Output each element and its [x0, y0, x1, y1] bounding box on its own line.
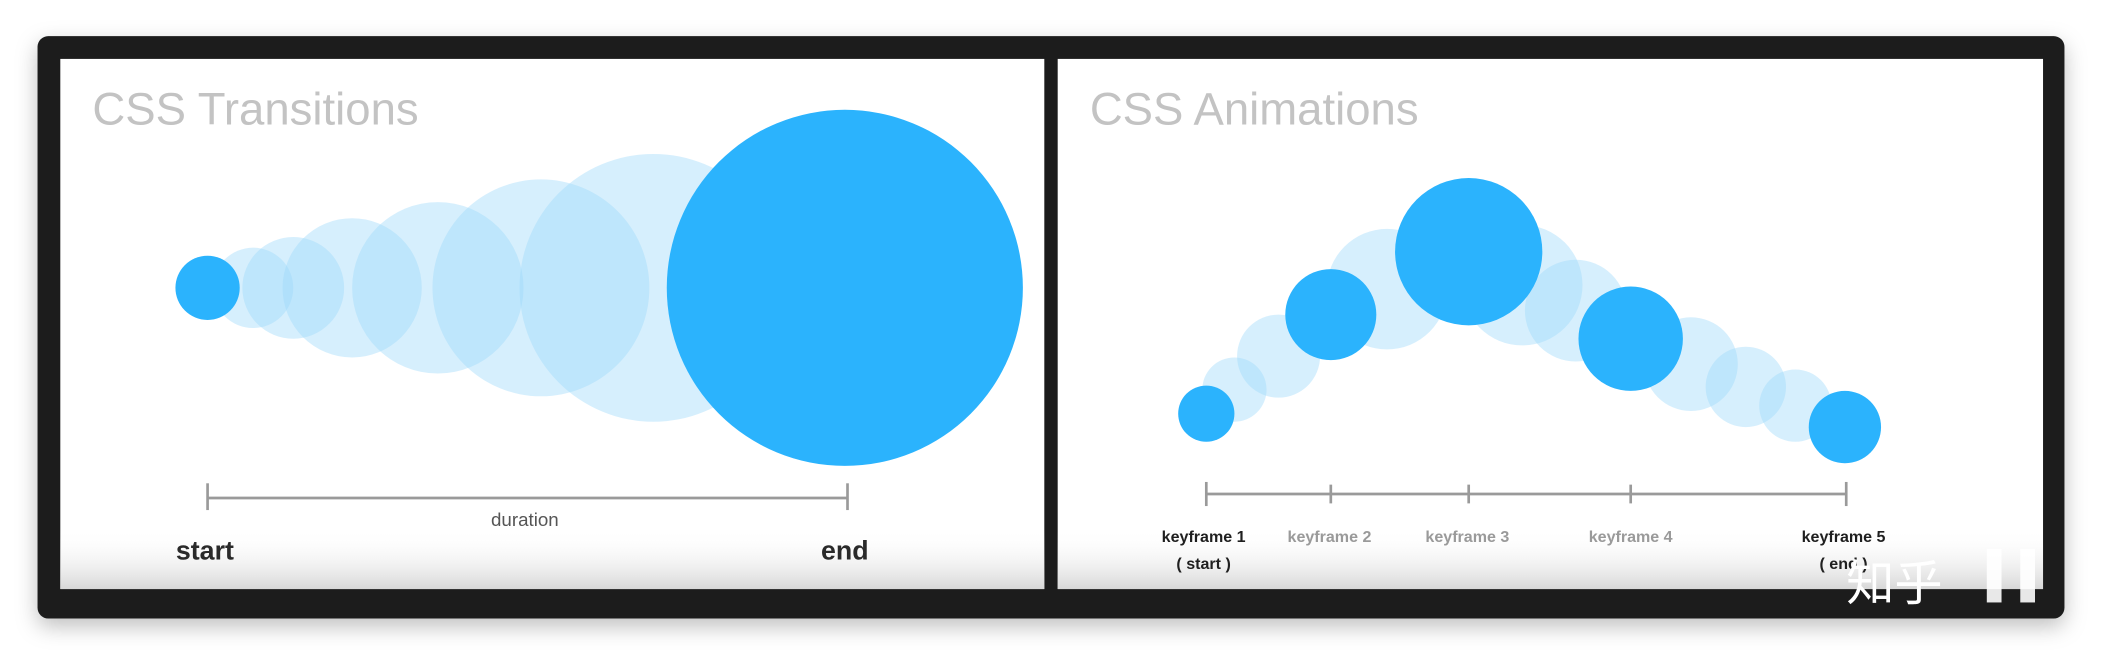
keyframe-circle	[1578, 286, 1683, 391]
end-circle	[666, 109, 1023, 466]
start-circle	[175, 255, 240, 320]
keyframe-label: keyframe 4	[1589, 528, 1673, 546]
watermark-mark	[1986, 548, 2002, 603]
keyframe-circle	[1395, 178, 1543, 326]
duration-label: duration	[491, 509, 559, 530]
keyframe-circle	[1808, 390, 1882, 464]
watermark-mark	[2020, 548, 2035, 603]
panel-title: CSS Transitions	[92, 84, 418, 135]
keyframe-circle	[1178, 385, 1235, 442]
keyframe-label: keyframe 3	[1425, 528, 1509, 546]
diagram: CSS Transitions duration start end CSS A…	[37, 36, 2065, 619]
keyframe-label: keyframe 1	[1162, 528, 1246, 546]
keyframe-sublabel: ( start )	[1176, 555, 1230, 573]
transitions-panel: CSS Transitions duration start end	[60, 58, 1045, 590]
watermark-logo: 知乎	[1846, 556, 1942, 612]
keyframe-label: keyframe 2	[1288, 528, 1372, 546]
keyframe-label: keyframe 5	[1802, 528, 1886, 546]
end-label: end	[821, 536, 869, 566]
animations-panel: CSS Animations keyframe 1 ( start ) keyfra…	[1057, 58, 2044, 590]
panel-title: CSS Animations	[1090, 84, 1419, 135]
keyframe-circle	[1285, 269, 1377, 361]
start-label: start	[176, 536, 234, 566]
